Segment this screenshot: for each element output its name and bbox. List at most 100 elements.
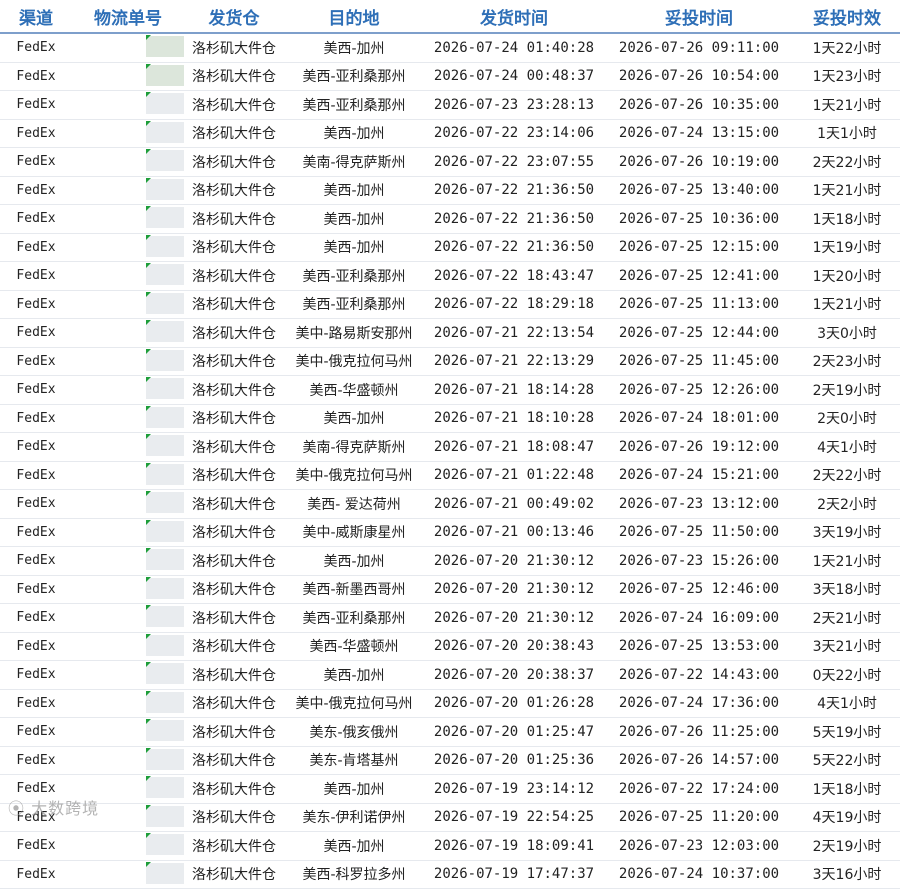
header-warehouse[interactable]: 发货仓 [184, 0, 284, 34]
cell-ship-time[interactable]: 2026-07-19 17:47:37 [424, 860, 604, 889]
cell-channel[interactable]: FedEx [0, 746, 72, 775]
cell-duration[interactable]: 2天21小时 [794, 603, 900, 633]
table-row[interactable]: FedEx 洛杉矶大件仓 美东-俄亥俄州 2026-07-20 01:25:47 202… [0, 717, 900, 747]
table-row[interactable]: FedEx 洛杉矶大件仓 美南-得克萨斯州 2026-07-22 23:07:55 20… [0, 147, 900, 177]
cell-warehouse[interactable]: 洛杉矶大件仓 [184, 746, 284, 775]
cell-duration[interactable]: 3天0小时 [794, 318, 900, 348]
cell-tracking[interactable] [72, 318, 184, 348]
cell-tracking[interactable] [72, 261, 184, 291]
table-row[interactable]: FedEx 洛杉矶大件仓 美西- 爱达荷州 2026-07-21 00:49:02 20… [0, 489, 900, 519]
cell-duration[interactable]: 1天18小时 [794, 204, 900, 234]
cell-warehouse[interactable]: 洛杉矶大件仓 [184, 290, 284, 319]
cell-duration[interactable]: 3天16小时 [794, 860, 900, 889]
cell-tracking[interactable] [72, 746, 184, 775]
cell-destination[interactable]: 美西-新墨西哥州 [284, 575, 424, 604]
table-row[interactable]: FedEx 洛杉矶大件仓 美西-加州 2026-07-22 21:36:50 2026-… [0, 176, 900, 205]
cell-channel[interactable]: FedEx [0, 62, 72, 91]
cell-ship-time[interactable]: 2026-07-20 20:38:43 [424, 632, 604, 661]
cell-tracking[interactable] [72, 176, 184, 205]
cell-channel[interactable]: FedEx [0, 632, 72, 661]
cell-channel[interactable]: FedEx [0, 90, 72, 120]
cell-warehouse[interactable]: 洛杉矶大件仓 [184, 147, 284, 177]
cell-destination[interactable]: 美东-伊利诺伊州 [284, 803, 424, 832]
cell-channel[interactable]: FedEx [0, 717, 72, 747]
cell-tracking[interactable] [72, 575, 184, 604]
cell-delivered-time[interactable]: 2026-07-26 10:19:00 [604, 147, 794, 177]
cell-ship-time[interactable]: 2026-07-19 18:09:41 [424, 831, 604, 861]
cell-duration[interactable]: 0天22小时 [794, 660, 900, 690]
cell-warehouse[interactable]: 洛杉矶大件仓 [184, 119, 284, 148]
cell-channel[interactable]: FedEx [0, 204, 72, 234]
cell-channel[interactable]: FedEx [0, 546, 72, 576]
table-row[interactable]: FedEx 洛杉矶大件仓 美南-得克萨斯州 2026-07-21 18:08:47 20… [0, 432, 900, 462]
table-row[interactable]: FedEx 洛杉矶大件仓 美西-亚利桑那州 2026-07-23 23:28:13 20… [0, 90, 900, 120]
cell-tracking[interactable] [72, 717, 184, 747]
cell-channel[interactable]: FedEx [0, 176, 72, 205]
header-delivered-time[interactable]: 妥投时间 [604, 0, 794, 34]
cell-warehouse[interactable]: 洛杉矶大件仓 [184, 33, 284, 63]
cell-destination[interactable]: 美西-华盛顿州 [284, 632, 424, 661]
cell-ship-time[interactable]: 2026-07-21 18:08:47 [424, 432, 604, 462]
cell-delivered-time[interactable]: 2026-07-25 12:46:00 [604, 575, 794, 604]
cell-tracking[interactable] [72, 603, 184, 633]
cell-duration[interactable]: 1天21小时 [794, 290, 900, 319]
cell-warehouse[interactable]: 洛杉矶大件仓 [184, 774, 284, 804]
cell-warehouse[interactable]: 洛杉矶大件仓 [184, 233, 284, 262]
cell-ship-time[interactable]: 2026-07-24 01:40:28 [424, 33, 604, 63]
cell-tracking[interactable] [72, 233, 184, 262]
header-tracking[interactable]: 物流单号 [72, 0, 184, 34]
cell-warehouse[interactable]: 洛杉矶大件仓 [184, 318, 284, 348]
cell-destination[interactable]: 美西-亚利桑那州 [284, 90, 424, 120]
cell-delivered-time[interactable]: 2026-07-24 17:36:00 [604, 689, 794, 718]
cell-destination[interactable]: 美中-俄克拉何马州 [284, 689, 424, 718]
cell-warehouse[interactable]: 洛杉矶大件仓 [184, 575, 284, 604]
table-row[interactable]: FedEx 洛杉矶大件仓 美西-华盛顿州 2026-07-20 20:38:43 202… [0, 632, 900, 661]
cell-delivered-time[interactable]: 2026-07-25 13:53:00 [604, 632, 794, 661]
cell-destination[interactable]: 美东-俄亥俄州 [284, 717, 424, 747]
cell-ship-time[interactable]: 2026-07-22 18:29:18 [424, 290, 604, 319]
cell-warehouse[interactable]: 洛杉矶大件仓 [184, 860, 284, 889]
cell-duration[interactable]: 2天19小时 [794, 831, 900, 861]
cell-destination[interactable]: 美西-科罗拉多州 [284, 860, 424, 889]
cell-warehouse[interactable]: 洛杉矶大件仓 [184, 432, 284, 462]
cell-duration[interactable]: 1天18小时 [794, 774, 900, 804]
cell-destination[interactable]: 美南-得克萨斯州 [284, 147, 424, 177]
cell-tracking[interactable] [72, 347, 184, 376]
header-destination[interactable]: 目的地 [284, 0, 424, 34]
cell-delivered-time[interactable]: 2026-07-25 13:40:00 [604, 176, 794, 205]
cell-delivered-time[interactable]: 2026-07-24 13:15:00 [604, 119, 794, 148]
cell-tracking[interactable] [72, 375, 184, 405]
cell-delivered-time[interactable]: 2026-07-25 11:13:00 [604, 290, 794, 319]
cell-ship-time[interactable]: 2026-07-22 21:36:50 [424, 204, 604, 234]
cell-duration[interactable]: 3天18小时 [794, 575, 900, 604]
cell-destination[interactable]: 美西-加州 [284, 119, 424, 148]
table-row[interactable]: FedEx 洛杉矶大件仓 美中-威斯康星州 2026-07-21 00:13:46 20… [0, 518, 900, 547]
cell-tracking[interactable] [72, 62, 184, 91]
cell-ship-time[interactable]: 2026-07-23 23:28:13 [424, 90, 604, 120]
cell-duration[interactable]: 2天23小时 [794, 347, 900, 376]
cell-ship-time[interactable]: 2026-07-19 23:14:12 [424, 774, 604, 804]
table-row[interactable]: FedEx 洛杉矶大件仓 美西-加州 2026-07-22 23:14:06 2026-… [0, 119, 900, 148]
table-row[interactable]: FedEx 洛杉矶大件仓 美西-新墨西哥州 2026-07-20 21:30:12 20… [0, 575, 900, 604]
cell-ship-time[interactable]: 2026-07-20 01:26:28 [424, 689, 604, 718]
cell-delivered-time[interactable]: 2026-07-25 11:45:00 [604, 347, 794, 376]
table-row[interactable]: FedEx 洛杉矶大件仓 美西-加州 2026-07-21 18:10:28 2026-… [0, 404, 900, 433]
cell-ship-time[interactable]: 2026-07-20 21:30:12 [424, 603, 604, 633]
cell-tracking[interactable] [72, 33, 184, 63]
cell-delivered-time[interactable]: 2026-07-26 09:11:00 [604, 33, 794, 63]
cell-destination[interactable]: 美西-加州 [284, 233, 424, 262]
cell-warehouse[interactable]: 洛杉矶大件仓 [184, 62, 284, 91]
cell-warehouse[interactable]: 洛杉矶大件仓 [184, 689, 284, 718]
cell-duration[interactable]: 1天21小时 [794, 546, 900, 576]
cell-channel[interactable]: FedEx [0, 461, 72, 490]
cell-channel[interactable]: FedEx [0, 233, 72, 262]
cell-destination[interactable]: 美中-威斯康星州 [284, 518, 424, 547]
table-row[interactable]: FedEx 洛杉矶大件仓 美西-亚利桑那州 2026-07-22 18:29:18 20… [0, 290, 900, 319]
cell-channel[interactable]: FedEx [0, 318, 72, 348]
cell-delivered-time[interactable]: 2026-07-25 11:50:00 [604, 518, 794, 547]
cell-ship-time[interactable]: 2026-07-22 23:14:06 [424, 119, 604, 148]
cell-tracking[interactable] [72, 860, 184, 889]
cell-tracking[interactable] [72, 119, 184, 148]
cell-tracking[interactable] [72, 831, 184, 861]
cell-channel[interactable]: FedEx [0, 518, 72, 547]
